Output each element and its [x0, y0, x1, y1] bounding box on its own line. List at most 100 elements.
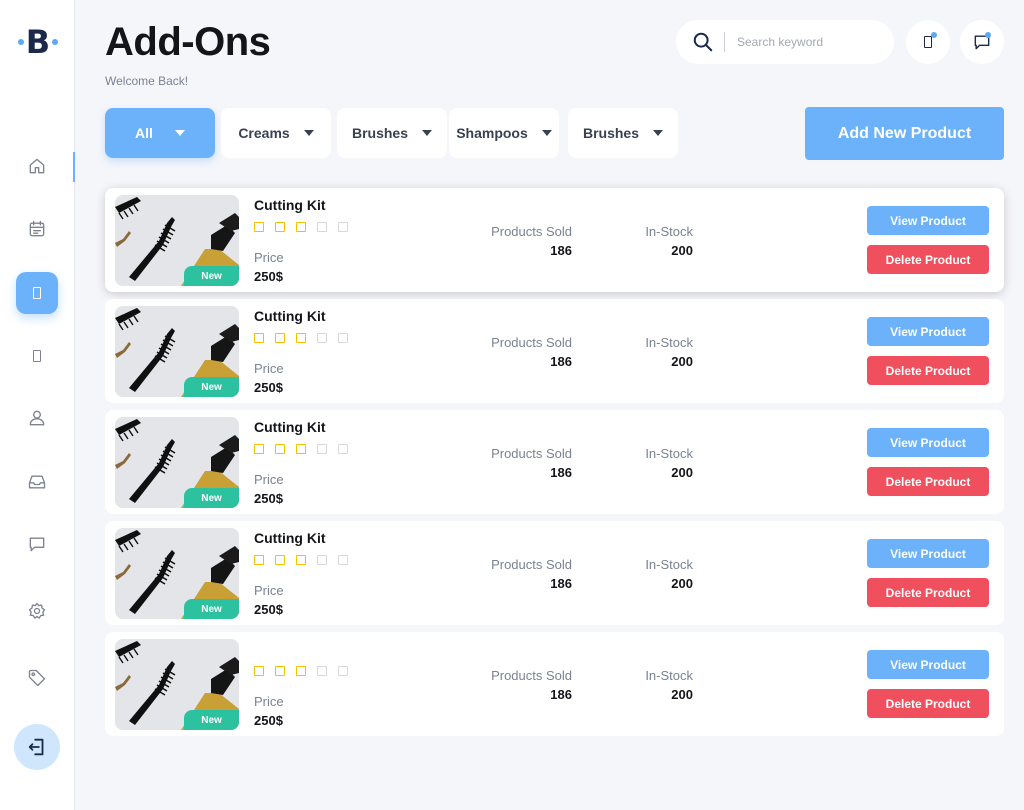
in-stock-value: 200: [671, 687, 693, 702]
delete-product-button[interactable]: Delete Product: [867, 578, 989, 607]
filter-brushes[interactable]: Brushes: [337, 108, 447, 158]
logo-letter: B: [25, 23, 51, 61]
in-stock-label: In-Stock: [645, 557, 693, 572]
device-button[interactable]: [906, 20, 950, 64]
product-icon: [33, 287, 41, 299]
mobile-icon: [33, 350, 41, 362]
sidebar: B: [0, 0, 75, 810]
product-image[interactable]: New: [115, 195, 239, 286]
nav-chat[interactable]: [16, 523, 58, 565]
new-badge: New: [184, 599, 239, 619]
rating-stars: [254, 555, 348, 565]
star-icon: [275, 333, 285, 343]
delete-product-button[interactable]: Delete Product: [867, 356, 989, 385]
chevron-down-icon: [541, 130, 552, 136]
logo-dot-right: [52, 39, 59, 45]
filter-creams[interactable]: Creams: [221, 108, 331, 158]
star-icon: [338, 444, 348, 454]
nav-products[interactable]: [16, 272, 58, 314]
search-bar[interactable]: [676, 20, 894, 64]
product-image[interactable]: New: [115, 528, 239, 619]
add-new-product-button[interactable]: Add New Product: [805, 107, 1004, 160]
product-row: New Cutting Kit Price 250$ Products Sold…: [105, 410, 1004, 514]
products-sold-value: 186: [550, 465, 572, 480]
star-icon: [317, 333, 327, 343]
star-icon: [338, 222, 348, 232]
new-badge: New: [184, 377, 239, 397]
price-value: 250$: [254, 602, 283, 617]
nav-calendar[interactable]: [16, 208, 58, 250]
star-icon: [275, 444, 285, 454]
search-icon: [693, 32, 713, 52]
star-icon: [254, 333, 264, 343]
price-value: 250$: [254, 380, 283, 395]
star-icon: [317, 666, 327, 676]
messages-button[interactable]: [960, 20, 1004, 64]
delete-product-button[interactable]: Delete Product: [867, 689, 989, 718]
view-product-button[interactable]: View Product: [867, 317, 989, 346]
search-divider: [724, 32, 725, 52]
filter-brushes-2[interactable]: Brushes: [568, 108, 678, 158]
star-icon: [275, 555, 285, 565]
nav-home[interactable]: [16, 145, 58, 187]
in-stock-label: In-Stock: [645, 668, 693, 683]
price-value: 250$: [254, 713, 283, 728]
brand-logo[interactable]: B: [16, 24, 60, 60]
chevron-down-icon: [422, 130, 433, 136]
nav-inbox[interactable]: [16, 461, 58, 503]
in-stock-label: In-Stock: [645, 335, 693, 350]
filter-all[interactable]: All: [105, 108, 215, 158]
view-product-button[interactable]: View Product: [867, 650, 989, 679]
star-icon: [317, 444, 327, 454]
nav-tags[interactable]: [16, 657, 58, 699]
filter-label: All: [135, 125, 153, 141]
products-sold-value: 186: [550, 576, 572, 591]
logout-button[interactable]: [14, 724, 60, 770]
product-name: Cutting Kit: [254, 308, 326, 324]
star-icon: [296, 444, 306, 454]
products-sold-label: Products Sold: [491, 224, 572, 239]
rating-stars: [254, 444, 348, 454]
new-badge: New: [184, 266, 239, 286]
filter-label: Creams: [238, 125, 290, 141]
new-badge: New: [184, 488, 239, 508]
view-product-button[interactable]: View Product: [867, 428, 989, 457]
filter-label: Shampoos: [456, 125, 528, 141]
delete-product-button[interactable]: Delete Product: [867, 467, 989, 496]
nav-settings[interactable]: [16, 590, 58, 632]
star-icon: [254, 444, 264, 454]
product-image[interactable]: New: [115, 306, 239, 397]
star-icon: [275, 222, 285, 232]
star-icon: [254, 555, 264, 565]
nav-users[interactable]: [16, 397, 58, 439]
product-image[interactable]: New: [115, 639, 239, 730]
filter-shampoos[interactable]: Shampoos: [449, 108, 559, 158]
page-title: Add-Ons: [105, 20, 271, 64]
star-icon: [296, 333, 306, 343]
home-icon: [29, 158, 45, 174]
price-label: Price: [254, 361, 284, 376]
inbox-icon: [28, 475, 46, 489]
product-row: New Cutting Kit Price 250$ Products Sold…: [105, 188, 1004, 292]
star-icon: [254, 666, 264, 676]
device-icon: [924, 36, 932, 48]
product-row: New Price 250$ Products Sold 186 In-Stoc…: [105, 632, 1004, 736]
view-product-button[interactable]: View Product: [867, 206, 989, 235]
chevron-down-icon: [653, 130, 664, 136]
in-stock-label: In-Stock: [645, 446, 693, 461]
view-product-button[interactable]: View Product: [867, 539, 989, 568]
notification-dot: [931, 32, 937, 38]
logo-dot-left: [17, 39, 24, 45]
in-stock-value: 200: [671, 465, 693, 480]
search-input[interactable]: [737, 35, 877, 49]
products-sold-value: 186: [550, 354, 572, 369]
star-icon: [317, 222, 327, 232]
product-name: Cutting Kit: [254, 530, 326, 546]
delete-product-button[interactable]: Delete Product: [867, 245, 989, 274]
filter-label: Brushes: [351, 125, 409, 141]
star-icon: [296, 222, 306, 232]
product-image[interactable]: New: [115, 417, 239, 508]
product-name: Cutting Kit: [254, 419, 326, 435]
star-icon: [338, 666, 348, 676]
nav-mobile[interactable]: [16, 335, 58, 377]
